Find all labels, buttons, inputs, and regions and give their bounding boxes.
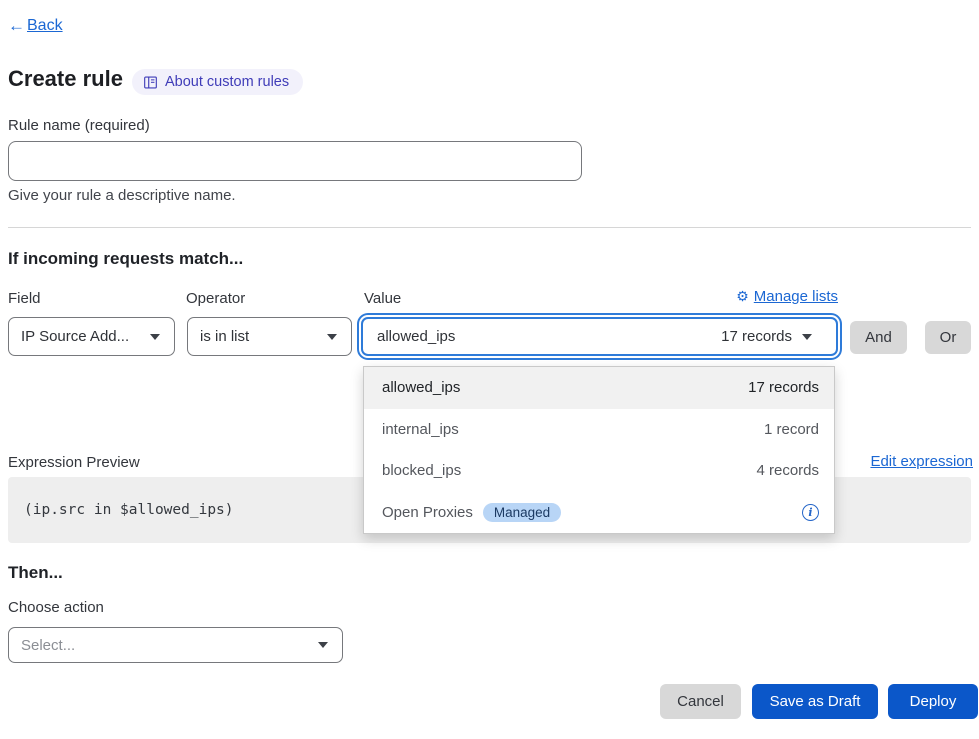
rule-name-helper-text: Give your rule a descriptive name. [8, 187, 236, 204]
list-dropdown-menu: allowed_ips 17 records internal_ips 1 re… [363, 366, 835, 534]
list-option-blocked-ips[interactable]: blocked_ips 4 records [364, 450, 834, 492]
edit-expression-link[interactable]: Edit expression [870, 453, 973, 470]
cancel-button[interactable]: Cancel [660, 684, 741, 719]
list-option-meta: 1 record [764, 421, 819, 438]
expression-preview-label: Expression Preview [8, 454, 140, 471]
field-select-value: IP Source Add... [21, 328, 129, 345]
chevron-down-icon [150, 334, 160, 340]
list-option-name: internal_ips [382, 421, 459, 438]
value-select-selected: allowed_ips [377, 328, 455, 345]
value-label: Value [364, 290, 401, 307]
list-option-meta: 4 records [756, 462, 819, 479]
expression-code: (ip.src in $allowed_ips) [24, 502, 234, 518]
value-select-record-count: 17 records [721, 328, 792, 345]
list-option-internal-ips[interactable]: internal_ips 1 record [364, 409, 834, 451]
manage-lists-link[interactable]: ⚙ Manage lists [736, 288, 838, 305]
manage-lists-label: Manage lists [754, 288, 838, 305]
book-icon [143, 75, 158, 90]
list-option-meta: 17 records [748, 379, 819, 396]
operator-label: Operator [186, 290, 245, 307]
save-as-draft-button[interactable]: Save as Draft [752, 684, 878, 719]
rule-name-input[interactable] [8, 141, 582, 181]
managed-badge: Managed [483, 503, 561, 522]
create-rule-page: ←Back Create rule About custom rules Rul… [0, 0, 979, 739]
chevron-down-icon [318, 642, 328, 648]
action-select[interactable]: Select... [8, 627, 343, 663]
match-section-heading: If incoming requests match... [8, 249, 243, 269]
operator-select-value: is in list [200, 328, 249, 345]
action-select-placeholder: Select... [21, 637, 75, 654]
about-badge-label: About custom rules [165, 74, 289, 90]
deploy-button[interactable]: Deploy [888, 684, 978, 719]
rule-name-label: Rule name (required) [8, 117, 150, 134]
list-option-name: blocked_ips [382, 462, 461, 479]
then-section-heading: Then... [8, 563, 63, 583]
choose-action-label: Choose action [8, 599, 104, 616]
value-select[interactable]: allowed_ips 17 records [361, 317, 838, 356]
or-button[interactable]: Or [925, 321, 971, 354]
field-select[interactable]: IP Source Add... [8, 317, 175, 356]
operator-select[interactable]: is in list [187, 317, 352, 356]
list-option-name: allowed_ips [382, 379, 460, 396]
list-option-allowed-ips[interactable]: allowed_ips 17 records [364, 367, 834, 409]
chevron-down-icon [802, 334, 812, 340]
chevron-down-icon [327, 334, 337, 340]
info-icon[interactable]: i [802, 504, 819, 521]
back-link[interactable]: ←Back [8, 16, 63, 36]
back-link-label: Back [27, 17, 63, 35]
list-option-name: Open Proxies [382, 504, 473, 521]
back-arrow-icon: ← [8, 16, 25, 36]
about-custom-rules-badge[interactable]: About custom rules [132, 69, 303, 95]
page-title: Create rule [8, 66, 123, 92]
field-label: Field [8, 290, 41, 307]
section-divider [8, 227, 971, 228]
and-button[interactable]: And [850, 321, 907, 354]
gear-icon: ⚙ [736, 288, 749, 305]
list-option-open-proxies[interactable]: Open Proxies Managed i [364, 492, 834, 534]
